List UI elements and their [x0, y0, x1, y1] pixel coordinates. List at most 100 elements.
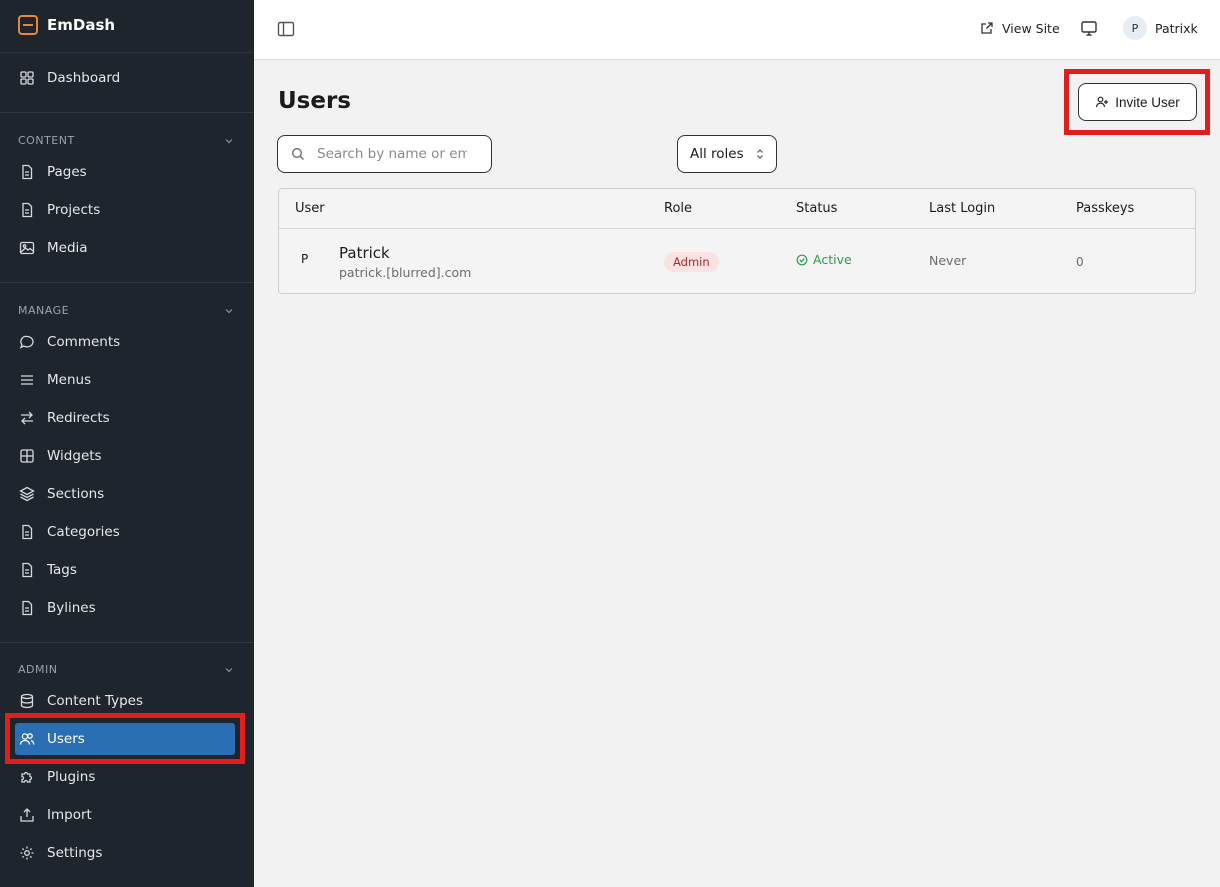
sidebar-item-redirects[interactable]: Redirects: [15, 402, 235, 434]
emdash-logo-icon: [18, 15, 38, 35]
layers-icon: [19, 486, 35, 502]
column-header-user: User: [295, 201, 325, 216]
document-icon: [22, 524, 33, 540]
user-avatar: P: [301, 252, 309, 266]
sidebar-item-label: Projects: [47, 202, 101, 218]
sidebar-item-label: Media: [47, 240, 88, 256]
chevron-down-icon: [225, 138, 233, 143]
section-admin-toggle[interactable]: ADMIN: [18, 663, 234, 676]
sidebar-item-label: Categories: [47, 524, 120, 540]
sidebar-item-label: Comments: [47, 334, 121, 350]
section-label: ADMIN: [18, 663, 58, 676]
table-header: User Role Status Last Login Passkeys: [279, 189, 1195, 229]
sidebar-item-plugins[interactable]: Plugins: [15, 761, 235, 793]
status-badge: Active: [796, 252, 852, 267]
section-manage-toggle[interactable]: MANAGE: [18, 304, 234, 317]
view-site-link[interactable]: View Site: [980, 18, 1060, 38]
status-label: Active: [813, 252, 852, 267]
chevron-up-down-icon: [756, 149, 763, 159]
sidebar-item-comments[interactable]: Comments: [15, 326, 235, 358]
puzzle-icon: [21, 771, 33, 783]
section-content-toggle[interactable]: CONTENT: [18, 134, 234, 147]
user-name-cell[interactable]: Patrick: [339, 244, 390, 262]
sidebar-item-label: Sections: [47, 486, 105, 502]
search-box[interactable]: [277, 135, 492, 173]
sidebar-divider: [0, 52, 254, 53]
column-header-last-login: Last Login: [929, 201, 996, 216]
sidebar-divider: [0, 282, 254, 283]
chevron-down-icon: [225, 308, 233, 313]
monitor-icon[interactable]: [1080, 19, 1098, 37]
user-email-cell: patrick.[blurred].com: [339, 265, 472, 280]
sidebar-item-label: Tags: [47, 562, 77, 578]
role-filter-select[interactable]: All roles: [677, 135, 777, 173]
column-header-role: Role: [664, 201, 693, 216]
search-icon: [292, 148, 304, 160]
document-icon: [22, 164, 33, 180]
sidebar-item-categories[interactable]: Categories: [15, 516, 235, 548]
sidebar-item-label: Dashboard: [47, 70, 121, 86]
view-site-label: View Site: [1002, 20, 1060, 36]
role-badge: Admin: [664, 252, 719, 272]
brand[interactable]: EmDash: [18, 14, 115, 36]
sidebar-item-projects[interactable]: Projects: [15, 194, 235, 226]
avatar: P: [1123, 16, 1147, 40]
top-bar: View Site P Patrixk: [254, 0, 1220, 60]
document-icon: [22, 562, 33, 578]
invite-user-button[interactable]: Invite User: [1078, 83, 1197, 121]
last-login-cell: Never: [929, 253, 967, 268]
sidebar-item-label: Bylines: [47, 600, 96, 616]
sidebar-item-media[interactable]: Media: [15, 232, 235, 264]
users-icon: [19, 733, 35, 745]
user-menu[interactable]: P Patrixk: [1123, 15, 1198, 41]
sidebar-item-tags[interactable]: Tags: [15, 554, 235, 586]
sidebar-divider: [0, 642, 254, 643]
sidebar-item-label: Plugins: [47, 769, 96, 785]
comment-bubble-icon: [19, 335, 34, 349]
gear-icon: [20, 846, 34, 860]
sidebar-item-label: Settings: [47, 845, 103, 861]
sidebar-item-label: Widgets: [47, 448, 102, 464]
sidebar-item-import[interactable]: Import: [15, 799, 235, 831]
sidebar-item-pages[interactable]: Pages: [15, 156, 235, 188]
sidebar-item-content-types[interactable]: Content Types: [15, 685, 235, 717]
section-label: MANAGE: [18, 304, 70, 317]
sidebar-item-menus[interactable]: Menus: [15, 364, 235, 396]
redirect-arrows-icon: [21, 411, 33, 425]
sidebar-item-widgets[interactable]: Widgets: [15, 440, 235, 472]
column-header-passkeys: Passkeys: [1076, 201, 1135, 216]
search-input[interactable]: [317, 146, 467, 162]
table-row[interactable]: P Patrick patrick.[blurred].com Admin Ac…: [279, 230, 1195, 294]
sidebar-item-sections[interactable]: Sections: [15, 478, 235, 510]
menu-lines-icon: [21, 375, 33, 385]
sidebar-item-label: Import: [47, 807, 92, 823]
invite-user-label: Invite User: [1115, 94, 1180, 110]
document-icon: [22, 202, 33, 218]
document-icon: [22, 600, 33, 616]
user-name: Patrixk: [1155, 20, 1198, 36]
check-circle-icon: [796, 254, 808, 265]
sidebar-item-settings[interactable]: Settings: [15, 837, 235, 869]
sidebar-item-label: Pages: [47, 164, 87, 180]
user-plus-icon: [1096, 96, 1109, 108]
column-header-status: Status: [796, 201, 838, 216]
role-filter-value: All roles: [690, 146, 744, 162]
widgets-grid-icon: [20, 449, 34, 463]
sidebar-item-label: Users: [47, 731, 85, 747]
sidebar-item-label: Menus: [47, 372, 92, 388]
sidebar-item-users[interactable]: Users: [15, 723, 235, 755]
sidebar-item-label: Redirects: [47, 410, 110, 426]
sidebar-divider: [0, 112, 254, 113]
database-icon: [20, 693, 34, 709]
sidebar-item-bylines[interactable]: Bylines: [15, 592, 235, 624]
sidebar-item-dashboard[interactable]: Dashboard: [15, 62, 235, 94]
image-icon: [19, 241, 35, 255]
page-title: Users: [278, 88, 351, 114]
users-table: User Role Status Last Login Passkeys P P…: [278, 188, 1196, 294]
sidebar-toggle-icon[interactable]: [276, 19, 296, 39]
dashboard-grid-icon: [20, 71, 34, 85]
section-label: CONTENT: [18, 134, 75, 147]
passkeys-cell: 0: [1076, 255, 1084, 269]
sidebar: EmDash Dashboard CONTENT Pages Projects …: [0, 0, 254, 887]
brand-name: EmDash: [47, 16, 116, 34]
